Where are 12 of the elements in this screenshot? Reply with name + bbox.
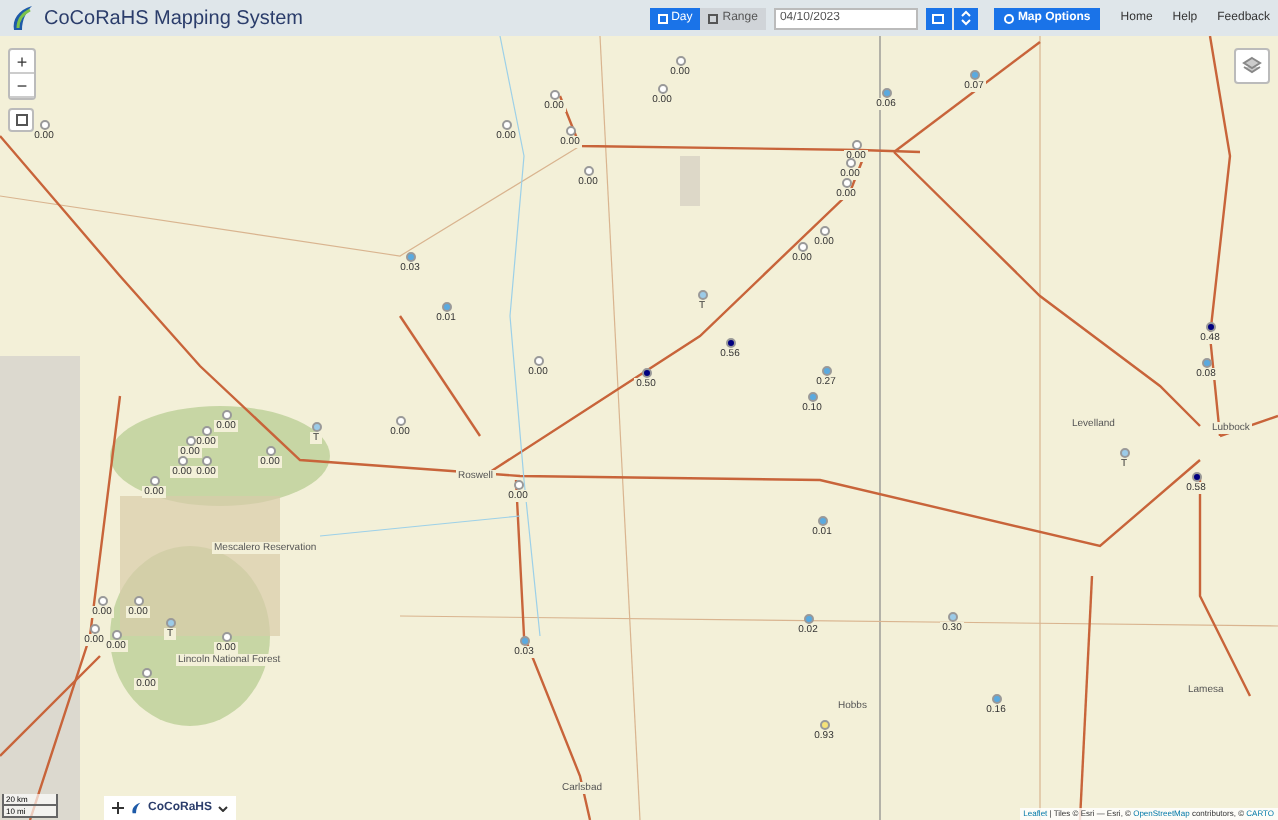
layers-button[interactable] — [1234, 48, 1270, 84]
logo-icon — [130, 802, 142, 814]
calendar-button[interactable] — [925, 7, 952, 29]
logo-icon — [8, 4, 36, 32]
stepper-button[interactable] — [953, 7, 978, 29]
zoom-button[interactable]: + — [10, 50, 34, 74]
move-icon — [112, 802, 124, 814]
zoom-button[interactable]: − — [10, 74, 34, 98]
caret-icon — [218, 805, 229, 811]
layers-icon — [1242, 56, 1262, 76]
app-title: CoCoRaHS Mapping System — [44, 5, 303, 33]
fullscreen-button[interactable] — [8, 108, 34, 132]
